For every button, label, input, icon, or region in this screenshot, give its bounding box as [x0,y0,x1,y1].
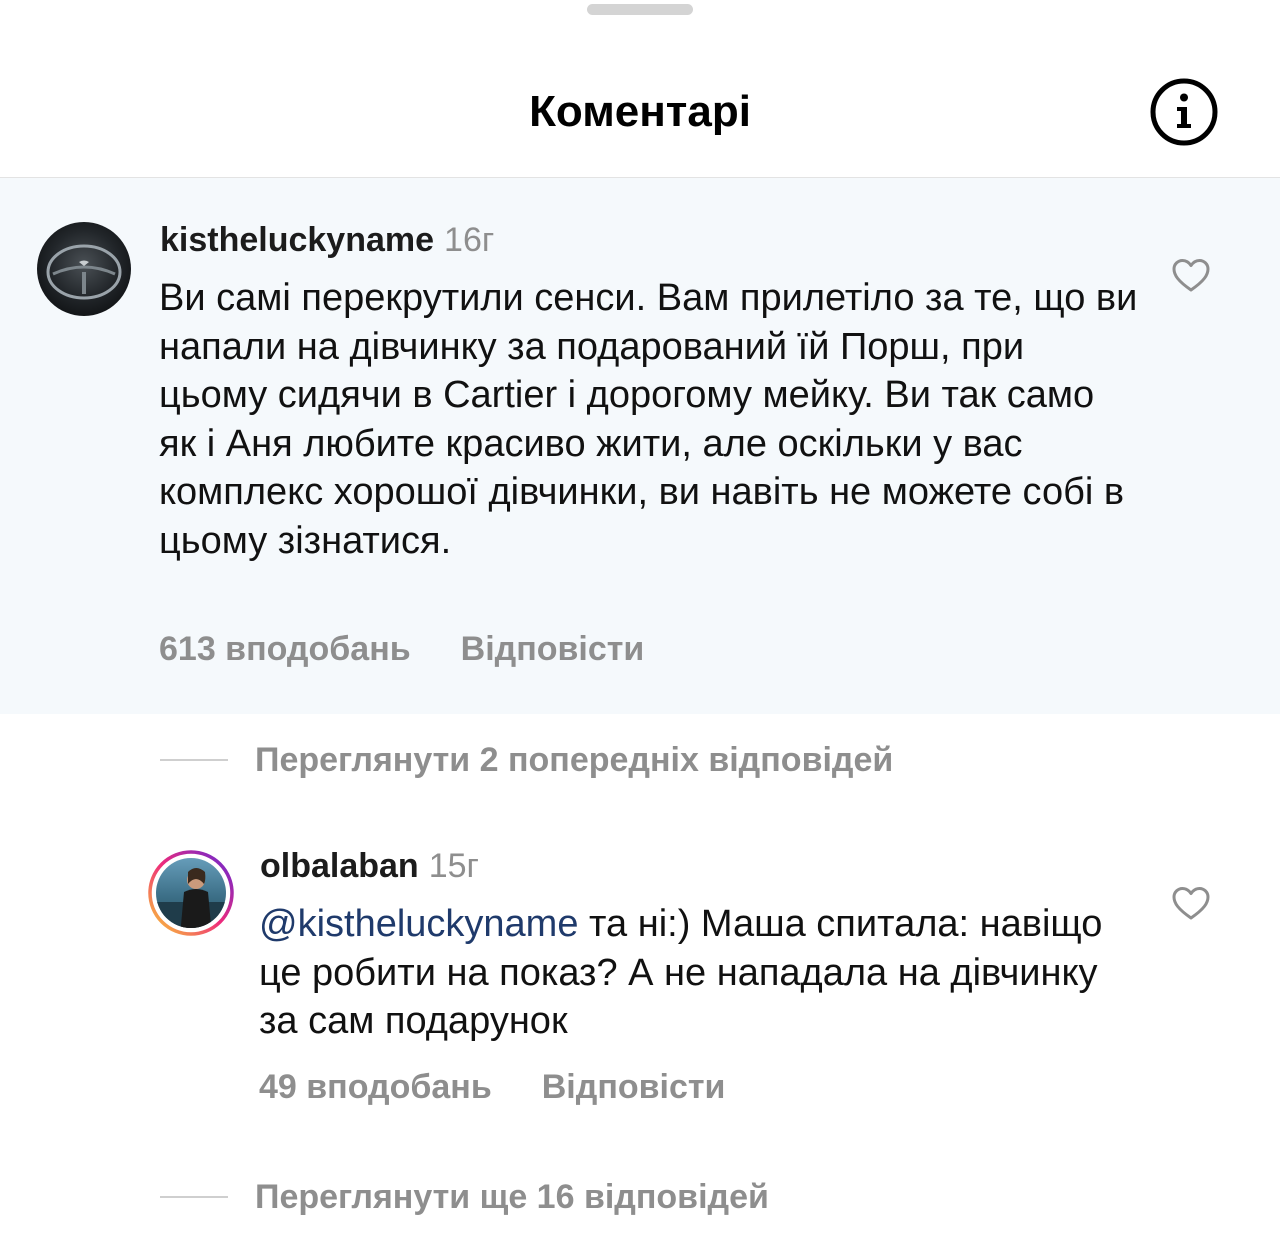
timestamp: 16г [444,221,495,259]
view-previous-label: Переглянути 2 попередніх відповідей [255,741,894,779]
heart-icon[interactable] [1172,886,1210,922]
reply-item: olbalaban 15г @kistheluckyname та ні:) Ма… [0,830,1280,1130]
comment-header: kistheluckyname 16г [160,218,494,262]
likes-count[interactable]: 613 вподобань [159,630,411,668]
comment-text: @kistheluckyname та ні:) Маша спитала: н… [259,900,1139,1046]
avatar[interactable] [148,850,234,936]
likes-count[interactable]: 49 вподобань [259,1068,492,1106]
comment-text: Ви самі перекрутили сенси. Вам прилетіло… [159,277,1138,562]
divider-line [160,759,228,761]
username[interactable]: kistheluckyname [160,221,434,259]
timestamp: 15г [428,847,479,885]
comment-header: olbalaban 15г [260,844,479,888]
avatar[interactable] [37,222,131,316]
divider-line [160,1196,228,1198]
comment-item: kistheluckyname 16г Ви самі перекрутили с… [0,178,1280,714]
mention-link[interactable]: @kistheluckyname [259,903,578,945]
page-title: Коментарі [529,87,751,136]
reply-button[interactable]: Відповісти [461,630,645,668]
comment-meta: 49 вподобань Відповісти [259,1068,725,1107]
reply-button[interactable]: Відповісти [542,1068,726,1106]
view-more-label: Переглянути ще 16 відповідей [255,1178,769,1216]
comment-meta: 613 вподобань Відповісти [159,630,644,669]
heart-icon[interactable] [1172,258,1210,294]
info-icon[interactable] [1150,78,1218,146]
username[interactable]: olbalaban [260,847,419,885]
comments-header: Коментарі [0,0,1280,178]
